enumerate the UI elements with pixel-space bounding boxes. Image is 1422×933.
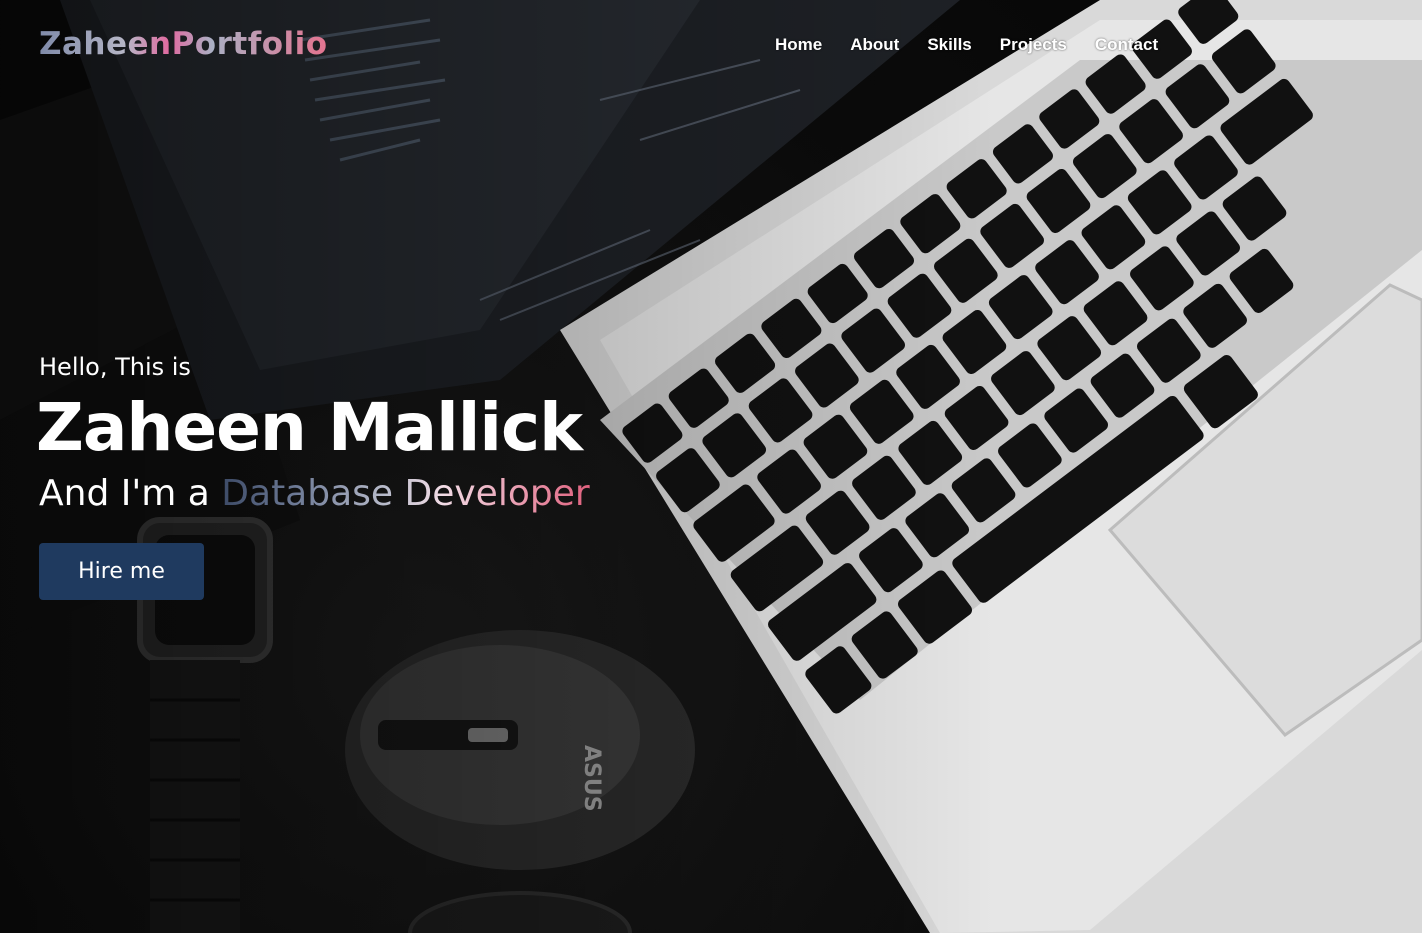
nav-link-skills[interactable]: Skills — [927, 35, 971, 55]
hero-name: Zaheen Mallick — [36, 389, 583, 466]
hire-me-button[interactable]: Hire me — [39, 543, 204, 600]
hero-role-highlight: Database Developer — [221, 473, 590, 514]
nav-link-contact[interactable]: Contact — [1095, 35, 1158, 55]
site-logo[interactable]: ZaheenPortfolio — [39, 26, 328, 62]
hero-greeting: Hello, This is — [39, 353, 191, 381]
nav-menu: Home About Skills Projects Contact — [775, 35, 1186, 55]
nav-link-about[interactable]: About — [850, 35, 899, 55]
hero-content: Hello, This is Zaheen Mallick And I'm a … — [36, 350, 590, 600]
hero-section: ASUS ZaheenPortfolio Home About Skills P… — [0, 0, 1422, 933]
hero-role-prefix: And I'm a — [39, 473, 222, 514]
nav-link-projects[interactable]: Projects — [1000, 35, 1067, 55]
hero-role: And I'm a Database Developer — [39, 468, 590, 520]
navbar: ZaheenPortfolio Home About Skills Projec… — [0, 0, 1422, 92]
nav-link-home[interactable]: Home — [775, 35, 822, 55]
